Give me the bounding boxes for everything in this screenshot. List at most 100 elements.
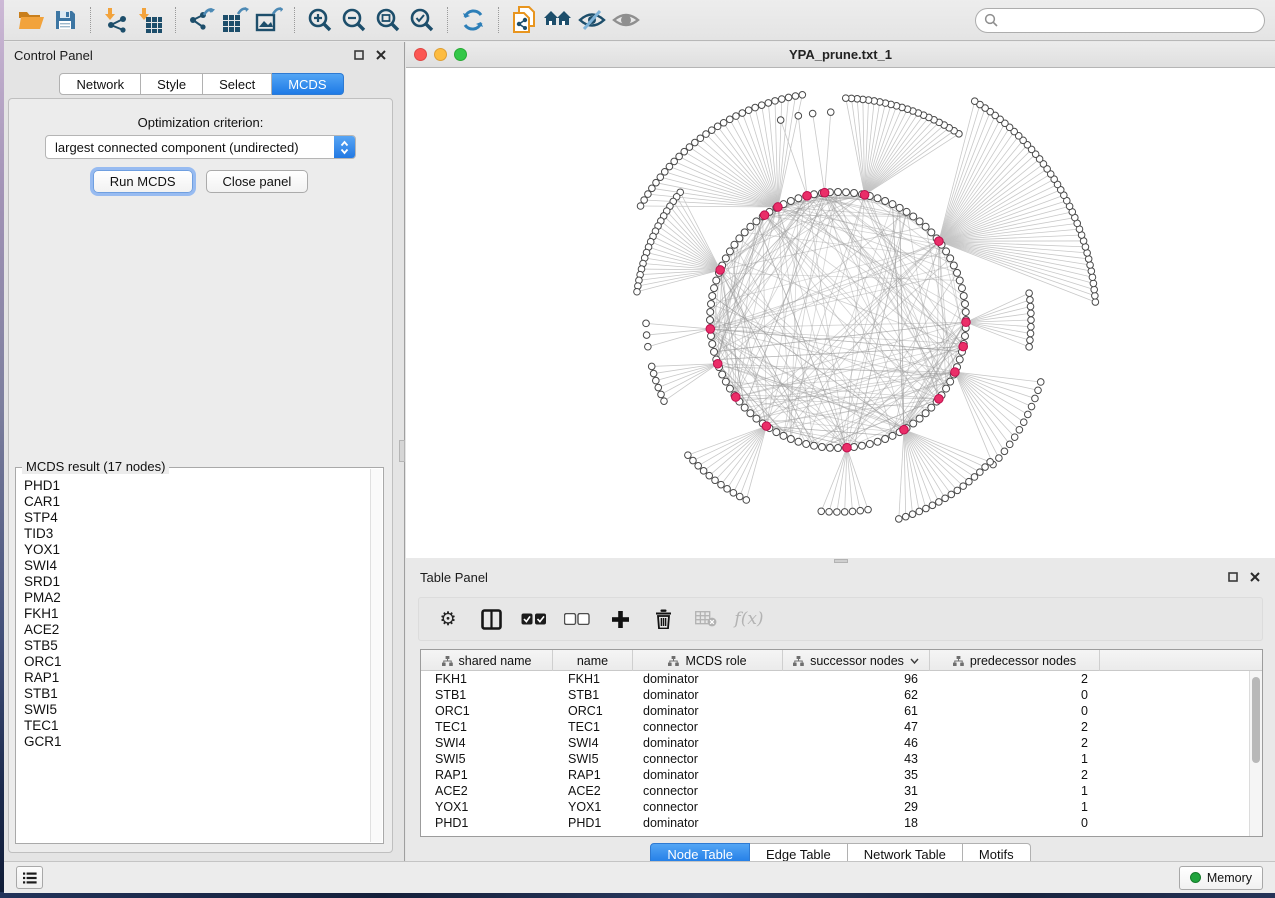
network-leaf-node[interactable]: [733, 113, 740, 120]
mcds-node[interactable]: [713, 359, 722, 368]
network-leaf-node[interactable]: [785, 94, 792, 101]
save-session-icon[interactable]: [48, 4, 82, 36]
network-leaf-node[interactable]: [661, 398, 668, 405]
network-leaf-node[interactable]: [948, 491, 955, 498]
column-header-predecessor-nodes[interactable]: predecessor nodes: [930, 650, 1100, 671]
network-node[interactable]: [903, 208, 910, 215]
network-leaf-node[interactable]: [1032, 395, 1039, 402]
network-leaf-node[interactable]: [730, 489, 737, 496]
network-node[interactable]: [896, 204, 903, 211]
network-node[interactable]: [956, 277, 963, 284]
network-leaf-node[interactable]: [1092, 292, 1099, 299]
network-leaf-node[interactable]: [966, 478, 973, 485]
network-node[interactable]: [882, 197, 889, 204]
network-leaf-node[interactable]: [643, 332, 650, 339]
network-leaf-node[interactable]: [857, 507, 864, 514]
splitter-grab-handle[interactable]: [834, 559, 848, 563]
network-leaf-node[interactable]: [695, 462, 702, 469]
table-row[interactable]: ACE2ACE2connector311: [421, 783, 1249, 799]
network-leaf-node[interactable]: [827, 109, 834, 116]
hide-selected-eye-icon[interactable]: [575, 4, 609, 36]
search-field[interactable]: [1003, 13, 1256, 27]
network-leaf-node[interactable]: [643, 320, 650, 327]
close-panel-icon[interactable]: [373, 47, 389, 63]
network-node[interactable]: [947, 378, 954, 385]
network-node[interactable]: [709, 293, 716, 300]
network-leaf-node[interactable]: [1092, 299, 1099, 306]
network-node[interactable]: [954, 269, 961, 276]
mcds-result-item[interactable]: PHD1: [17, 478, 370, 494]
zoom-out-icon[interactable]: [337, 4, 371, 36]
splitter-grab-handle[interactable]: [399, 440, 405, 462]
network-node[interactable]: [960, 293, 967, 300]
network-leaf-node[interactable]: [909, 511, 916, 518]
table-row[interactable]: RAP1RAP1dominator352: [421, 767, 1249, 783]
network-node[interactable]: [713, 277, 720, 284]
network-leaf-node[interactable]: [726, 116, 733, 123]
network-leaf-node[interactable]: [1028, 323, 1035, 330]
network-node[interactable]: [916, 415, 923, 422]
network-node[interactable]: [787, 197, 794, 204]
mcds-node[interactable]: [935, 395, 944, 404]
show-column-panel-icon[interactable]: [476, 604, 506, 634]
network-node[interactable]: [889, 432, 896, 439]
mcds-result-item[interactable]: CAR1: [17, 494, 370, 510]
network-leaf-node[interactable]: [778, 96, 785, 103]
network-leaf-node[interactable]: [896, 516, 903, 523]
network-leaf-node[interactable]: [641, 197, 648, 204]
network-node[interactable]: [707, 317, 714, 324]
network-node[interactable]: [943, 248, 950, 255]
network-node[interactable]: [722, 378, 729, 385]
network-node[interactable]: [843, 189, 850, 196]
column-header-shared-name[interactable]: shared name: [421, 650, 553, 671]
network-leaf-node[interactable]: [902, 513, 909, 520]
table-options-gear-icon[interactable]: ⚙: [433, 604, 463, 634]
network-leaf-node[interactable]: [650, 370, 657, 377]
network-leaf-node[interactable]: [818, 508, 825, 515]
network-node[interactable]: [736, 235, 743, 242]
network-leaf-node[interactable]: [977, 469, 984, 476]
mcds-node[interactable]: [706, 325, 715, 334]
network-node[interactable]: [874, 438, 881, 445]
first-neighbors-icon[interactable]: [541, 4, 575, 36]
network-leaf-node[interactable]: [739, 110, 746, 117]
mcds-node[interactable]: [716, 266, 725, 275]
network-leaf-node[interactable]: [1037, 379, 1044, 386]
network-node[interactable]: [803, 440, 810, 447]
run-mcds-button[interactable]: Run MCDS: [93, 170, 193, 193]
mcds-node[interactable]: [951, 368, 960, 377]
mcds-node[interactable]: [820, 188, 829, 197]
network-leaf-node[interactable]: [929, 502, 936, 509]
network-node[interactable]: [961, 300, 968, 307]
export-image-icon[interactable]: [252, 4, 286, 36]
network-leaf-node[interactable]: [690, 457, 697, 464]
show-all-eye-icon[interactable]: [609, 4, 643, 36]
network-leaf-node[interactable]: [1006, 441, 1013, 448]
vertical-splitter[interactable]: [399, 42, 406, 861]
network-node[interactable]: [753, 218, 760, 225]
duplicate-network-icon[interactable]: [507, 4, 541, 36]
network-leaf-node[interactable]: [1001, 448, 1008, 455]
network-node[interactable]: [709, 340, 716, 347]
mcds-result-item[interactable]: TID3: [17, 526, 370, 542]
network-window-titlebar[interactable]: YPA_prune.txt_1: [406, 42, 1275, 68]
network-node[interactable]: [795, 195, 802, 202]
network-leaf-node[interactable]: [1028, 317, 1035, 324]
network-leaf-node[interactable]: [834, 509, 841, 516]
network-node[interactable]: [731, 241, 738, 248]
network-node[interactable]: [910, 213, 917, 220]
network-leaf-node[interactable]: [1085, 256, 1092, 263]
network-leaf-node[interactable]: [1090, 280, 1097, 287]
network-node[interactable]: [708, 300, 715, 307]
network-node[interactable]: [956, 356, 963, 363]
mcds-result-scrollbar[interactable]: [370, 469, 382, 842]
tab-network[interactable]: Network: [59, 73, 141, 95]
memory-button[interactable]: Memory: [1179, 866, 1263, 890]
network-node[interactable]: [961, 333, 968, 340]
tab-mcds[interactable]: MCDS: [272, 73, 343, 95]
zoom-fit-icon[interactable]: [371, 4, 405, 36]
network-leaf-node[interactable]: [1091, 286, 1098, 293]
network-node[interactable]: [826, 444, 833, 451]
network-node[interactable]: [722, 255, 729, 262]
network-leaf-node[interactable]: [1026, 344, 1033, 351]
